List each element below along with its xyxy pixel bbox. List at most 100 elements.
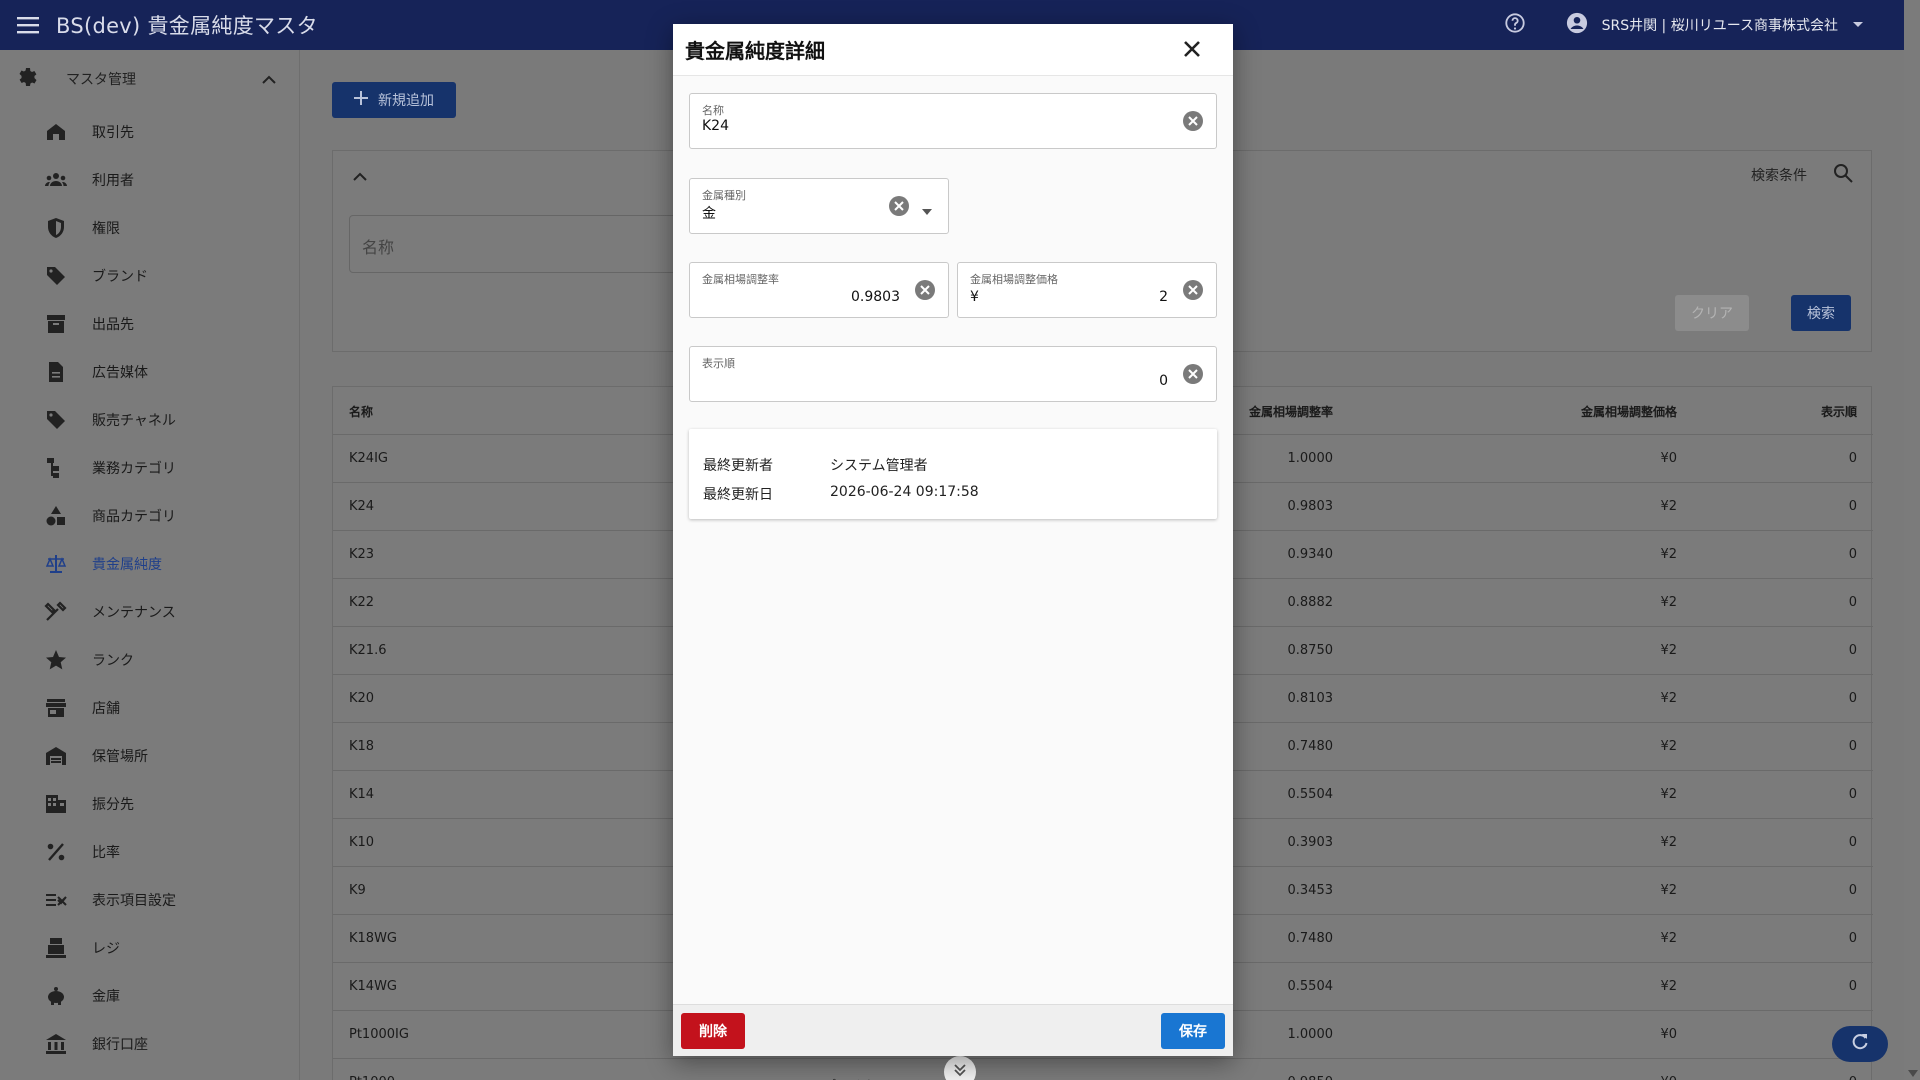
cell-price: ¥2 bbox=[1660, 931, 1677, 946]
header-rate[interactable]: 金属相場調整率 bbox=[1249, 403, 1333, 420]
cell-name: K14 bbox=[349, 787, 375, 802]
name-field[interactable]: 名称 K24 bbox=[689, 93, 1217, 149]
sidebar-item-label: 貴金属純度 bbox=[92, 557, 162, 573]
menu-icon[interactable] bbox=[0, 16, 56, 34]
sidebar-item[interactable]: 権限 bbox=[0, 204, 299, 252]
sidebar-item[interactable]: 振分先 bbox=[0, 780, 299, 828]
cell-order: 0 bbox=[1848, 547, 1857, 562]
percent-icon bbox=[44, 840, 68, 864]
cell-order: 0 bbox=[1848, 931, 1857, 946]
clear-button[interactable]: クリア bbox=[1675, 295, 1749, 331]
store-icon bbox=[44, 696, 68, 720]
sidebar-item[interactable]: 商品カテゴリ bbox=[0, 492, 299, 540]
update-info-card: 最終更新者 システム管理者 最終更新日 2026-06-24 09:17:58 bbox=[689, 429, 1217, 519]
refresh-button[interactable] bbox=[1832, 1026, 1888, 1062]
chevron-up-icon[interactable] bbox=[353, 169, 367, 185]
clear-icon[interactable] bbox=[1182, 363, 1204, 389]
order-field-label: 表示順 bbox=[702, 357, 735, 370]
cell-name: K21.6 bbox=[349, 643, 387, 658]
sidebar-item-label: 保管場所 bbox=[92, 749, 148, 765]
sidebar-item[interactable]: 販売チャネル bbox=[0, 396, 299, 444]
sidebar-item[interactable]: ブランド bbox=[0, 252, 299, 300]
cell-price: ¥2 bbox=[1660, 691, 1677, 706]
sidebar-item-label: 比率 bbox=[92, 845, 120, 861]
cell-name: K20 bbox=[349, 691, 375, 706]
sidebar-item[interactable]: 金庫 bbox=[0, 972, 299, 1020]
user-name[interactable]: SRS井関 | 桜川リユース商事株式会社 bbox=[1602, 15, 1838, 35]
delete-button[interactable]: 削除 bbox=[681, 1013, 745, 1049]
sidebar-item-label: 金庫 bbox=[92, 989, 120, 1005]
save-button[interactable]: 保存 bbox=[1161, 1013, 1225, 1049]
sidebar-item[interactable]: 銀行口座 bbox=[0, 1020, 299, 1068]
sidebar-group-master[interactable]: マスタ管理 bbox=[0, 50, 299, 108]
chevron-up-icon[interactable] bbox=[262, 72, 276, 88]
tag-icon bbox=[44, 408, 68, 432]
cell-price: ¥0 bbox=[1660, 1075, 1677, 1080]
tree-icon bbox=[44, 456, 68, 480]
sidebar-item-label: 商品カテゴリ bbox=[92, 509, 176, 525]
sidebar-item[interactable]: 表示項目設定 bbox=[0, 876, 299, 924]
order-field-value[interactable]: 0 bbox=[1159, 373, 1168, 389]
sidebar-item[interactable]: 業務カテゴリ bbox=[0, 444, 299, 492]
gear-icon bbox=[16, 65, 40, 93]
metal-type-select[interactable]: 金属種別 金 bbox=[689, 178, 949, 234]
cell-price: ¥0 bbox=[1660, 1027, 1677, 1042]
page-scrollbar[interactable] bbox=[1904, 0, 1920, 1080]
cell-name: K14WG bbox=[349, 979, 397, 994]
sidebar-item[interactable]: 店舗 bbox=[0, 684, 299, 732]
sidebar-item[interactable]: 保管場所 bbox=[0, 732, 299, 780]
dropdown-arrow-icon[interactable] bbox=[922, 203, 932, 219]
sidebar-item[interactable]: 出品先 bbox=[0, 300, 299, 348]
clear-icon[interactable] bbox=[1182, 110, 1204, 136]
header-name[interactable]: 名称 bbox=[349, 403, 373, 420]
clear-icon[interactable] bbox=[914, 279, 936, 305]
cell-order: 0 bbox=[1848, 835, 1857, 850]
account-icon[interactable] bbox=[1566, 12, 1588, 38]
sidebar-item[interactable]: 取引先 bbox=[0, 108, 299, 156]
search-name-input[interactable]: 名称 bbox=[349, 215, 689, 273]
list-check-icon bbox=[44, 888, 68, 912]
sidebar-item-label: 取引先 bbox=[92, 125, 134, 141]
add-new-button[interactable]: 新規追加 bbox=[332, 82, 456, 118]
close-icon[interactable] bbox=[1181, 38, 1203, 64]
cell-order: 0 bbox=[1848, 499, 1857, 514]
price-field-value[interactable]: 2 bbox=[1159, 289, 1168, 305]
price-field-label: 金属相場調整価格 bbox=[970, 273, 1058, 286]
name-field-value[interactable]: K24 bbox=[702, 118, 729, 134]
clear-icon[interactable] bbox=[888, 195, 910, 221]
sidebar-item[interactable]: 比率 bbox=[0, 828, 299, 876]
sidebar-item[interactable]: 広告媒体 bbox=[0, 348, 299, 396]
header-order[interactable]: 表示順 bbox=[1821, 403, 1857, 420]
search-button[interactable]: 検索 bbox=[1791, 295, 1851, 331]
search-conditions-label: 検索条件 bbox=[1751, 168, 1807, 184]
sidebar-item[interactable]: メンテナンス bbox=[0, 588, 299, 636]
search-icon[interactable] bbox=[1833, 163, 1853, 187]
price-field[interactable]: 金属相場調整価格 ¥ 2 bbox=[957, 262, 1217, 318]
table-row[interactable]: Pt1000 プラチナ 0.9850 ¥0 0 bbox=[333, 1059, 1873, 1080]
cell-order: 0 bbox=[1849, 1075, 1857, 1080]
sidebar-item[interactable]: 利用者 bbox=[0, 156, 299, 204]
cell-rate: 1.0000 bbox=[1287, 451, 1334, 466]
scroll-down-button[interactable] bbox=[944, 1056, 976, 1080]
sidebar-item-label: 銀行口座 bbox=[92, 1037, 148, 1053]
chevron-double-down-icon bbox=[953, 1063, 967, 1080]
header-price[interactable]: 金属相場調整価格 bbox=[1581, 403, 1677, 420]
sidebar-item[interactable]: 貴金属純度 bbox=[0, 540, 299, 588]
sidebar-item[interactable]: レジ bbox=[0, 924, 299, 972]
updated-at-value: 2026-06-24 09:17:58 bbox=[830, 484, 979, 500]
metal-type-value[interactable]: 金 bbox=[702, 203, 716, 223]
cell-name: K22 bbox=[349, 595, 375, 610]
updated-at-label: 最終更新日 bbox=[703, 487, 773, 503]
sidebar-item[interactable]: ランク bbox=[0, 636, 299, 684]
cell-name: K24 bbox=[349, 499, 375, 514]
cell-rate: 1.0000 bbox=[1287, 1027, 1334, 1042]
chevron-down-icon[interactable] bbox=[1852, 17, 1864, 33]
order-field[interactable]: 表示順 0 bbox=[689, 346, 1217, 402]
clear-icon[interactable] bbox=[1182, 279, 1204, 305]
rate-field-value[interactable]: 0.9803 bbox=[851, 289, 900, 305]
rate-field[interactable]: 金属相場調整率 0.9803 bbox=[689, 262, 949, 318]
cell-rate: 0.5504 bbox=[1287, 979, 1334, 994]
help-icon[interactable] bbox=[1504, 12, 1526, 38]
cell-rate: 0.5504 bbox=[1287, 787, 1334, 802]
cell-price: ¥2 bbox=[1660, 643, 1677, 658]
